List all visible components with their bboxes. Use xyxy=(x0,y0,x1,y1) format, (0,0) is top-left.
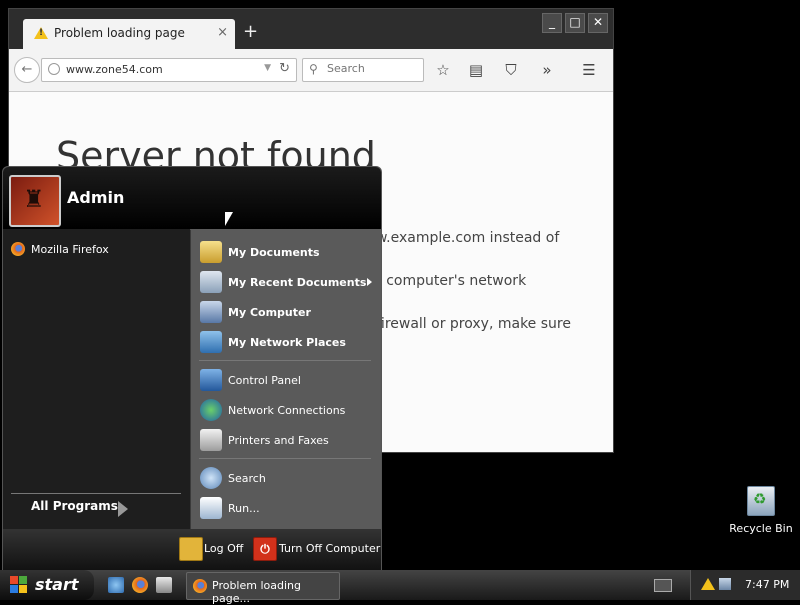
error-line-3: firewall or proxy, make sure xyxy=(376,316,571,332)
error-line-2: r computer's network xyxy=(376,273,527,289)
overflow-chevron-icon[interactable]: » xyxy=(537,60,557,80)
firefox-icon xyxy=(193,579,207,593)
globe-icon xyxy=(48,63,60,75)
my-computer-label: My Computer xyxy=(228,306,311,319)
keyboard-icon[interactable] xyxy=(654,579,672,592)
windows-flag-icon xyxy=(10,576,28,594)
security-warning-icon[interactable] xyxy=(701,578,715,590)
search-icon xyxy=(200,467,222,489)
my-documents-label: My Documents xyxy=(228,246,320,259)
menu-icon[interactable]: ☰ xyxy=(579,60,599,80)
close-button[interactable]: ✕ xyxy=(588,13,608,33)
recycle-bin[interactable]: Recycle Bin xyxy=(728,486,794,535)
tab-problem-loading[interactable]: ! Problem loading page × xyxy=(23,19,235,49)
search-bar[interactable]: ⚲ xyxy=(302,58,424,82)
bookmark-star-icon[interactable]: ☆ xyxy=(433,60,453,80)
my-documents-icon xyxy=(200,241,222,263)
printer-icon xyxy=(200,429,222,451)
network-connections-label: Network Connections xyxy=(228,404,346,417)
back-button[interactable]: ← xyxy=(14,57,40,83)
network-tray-icon[interactable] xyxy=(719,578,731,590)
divider xyxy=(11,493,181,494)
recycle-bin-label: Recycle Bin xyxy=(729,522,793,535)
search-label: Search xyxy=(228,472,266,485)
tab-bar: ! Problem loading page × + _ □ ✕ xyxy=(9,9,613,49)
history-dropdown-icon[interactable]: ▼ xyxy=(264,63,271,73)
system-tray: 7:47 PM xyxy=(690,570,800,600)
divider xyxy=(199,458,371,459)
control-panel-icon xyxy=(200,369,222,391)
start-menu: ♜ Admin Mozilla Firefox All Programs My … xyxy=(2,166,382,572)
turn-off-label: Turn Off Computer xyxy=(279,542,381,555)
submenu-arrow-icon xyxy=(367,278,372,286)
log-off-icon xyxy=(179,537,203,561)
start-menu-header: ♜ Admin xyxy=(3,167,381,230)
pocket-icon[interactable]: ⛉ xyxy=(501,60,521,80)
url-bar[interactable]: www.zone54.com ▼ ↻ xyxy=(41,58,297,82)
taskbar-window-label: Problem loading page... xyxy=(212,579,301,605)
all-programs-arrow-icon[interactable] xyxy=(118,501,128,517)
reading-list-icon[interactable]: ▤ xyxy=(466,60,486,80)
maximize-button[interactable]: □ xyxy=(565,13,585,33)
power-icon: ⏻ xyxy=(253,537,277,561)
start-button[interactable]: start xyxy=(0,570,94,600)
clock[interactable]: 7:47 PM xyxy=(745,578,789,591)
recycle-bin-icon xyxy=(747,486,775,516)
recent-documents-icon xyxy=(200,271,222,293)
tab-close-icon[interactable]: × xyxy=(217,25,228,40)
network-connections-icon xyxy=(200,399,222,421)
my-network-places-label: My Network Places xyxy=(228,336,346,349)
my-computer-icon xyxy=(200,301,222,323)
run-icon xyxy=(200,497,222,519)
new-tab-button[interactable]: + xyxy=(243,23,258,41)
minimize-button[interactable]: _ xyxy=(542,13,562,33)
magnifier-icon: ⚲ xyxy=(309,62,318,76)
firefox-quicklaunch-icon[interactable] xyxy=(132,577,148,593)
my-recent-documents-label: My Recent Documents xyxy=(228,276,367,289)
network-places-icon xyxy=(200,331,222,353)
log-off-label: Log Off xyxy=(204,542,244,555)
start-menu-left-pane: Mozilla Firefox All Programs xyxy=(3,229,190,529)
user-avatar: ♜ xyxy=(9,175,61,227)
taskbar: start Problem loading page... 7:47 PM xyxy=(0,570,800,605)
start-menu-footer: Log Off ⏻ Turn Off Computer xyxy=(3,529,381,571)
tab-title: Problem loading page xyxy=(54,26,185,40)
printers-and-faxes-label: Printers and Faxes xyxy=(228,434,329,447)
mouse-cursor-icon xyxy=(225,212,233,226)
firefox-icon xyxy=(11,242,25,256)
media-player-icon[interactable] xyxy=(156,577,172,593)
error-line-1: w.example.com instead of xyxy=(376,230,560,246)
internet-explorer-icon[interactable] xyxy=(108,577,124,593)
control-panel-label: Control Panel xyxy=(228,374,301,387)
run-label: Run... xyxy=(228,502,260,515)
navigation-toolbar: ← www.zone54.com ▼ ↻ ⚲ ☆ ▤ ⛉ » ☰ xyxy=(9,49,613,92)
pinned-firefox-label: Mozilla Firefox xyxy=(31,243,109,256)
reload-icon[interactable]: ↻ xyxy=(279,61,290,76)
taskbar-window-firefox[interactable]: Problem loading page... xyxy=(186,572,340,605)
warning-icon: ! xyxy=(34,27,48,39)
all-programs[interactable]: All Programs xyxy=(31,499,118,513)
divider xyxy=(199,360,371,361)
start-menu-right-pane: My Documents My Recent Documents My Comp… xyxy=(191,229,381,529)
url-text[interactable]: www.zone54.com xyxy=(66,63,163,76)
username: Admin xyxy=(67,188,125,207)
start-label: start xyxy=(35,575,79,594)
search-input[interactable] xyxy=(325,61,419,76)
